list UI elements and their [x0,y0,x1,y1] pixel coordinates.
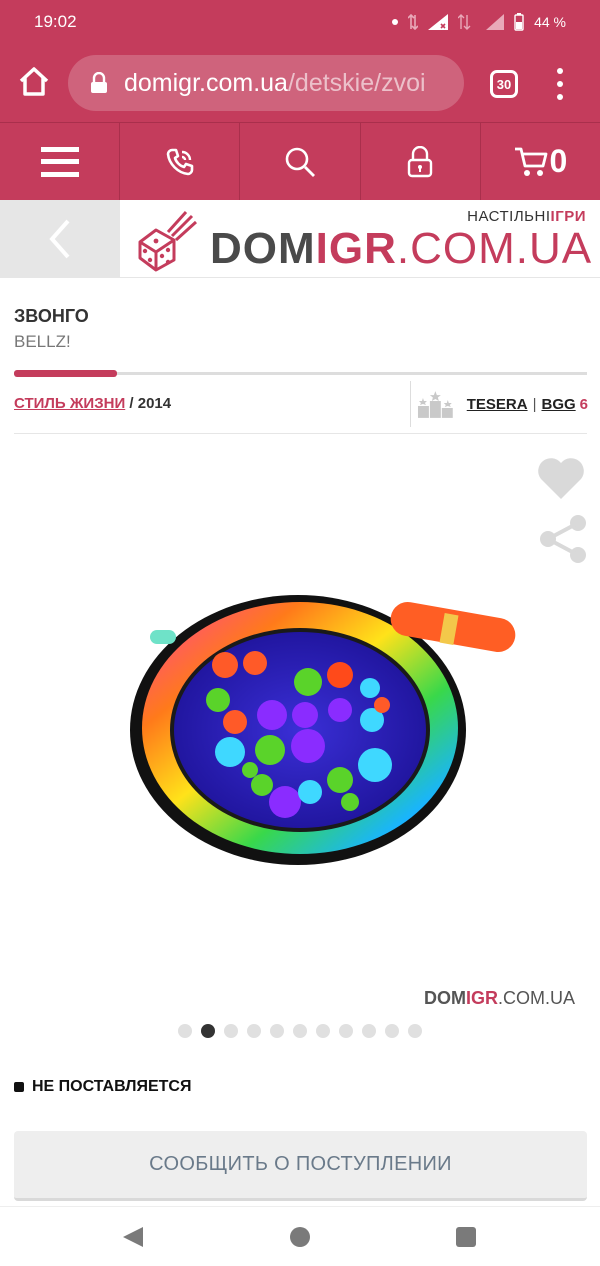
phone-icon [166,148,194,175]
system-recents-icon[interactable] [456,1227,476,1247]
product-progress-bar [14,370,587,377]
gallery-dot[interactable] [201,1024,215,1038]
tesera-link[interactable]: TESERA [467,396,528,413]
bgg-link[interactable]: BGG [541,396,575,413]
gallery-dot[interactable] [408,1024,422,1038]
address-bar[interactable]: domigr.com.ua/detskie/zvoi [68,55,464,111]
padlock-icon [408,145,433,177]
product-title: ЗВОНГО [14,306,89,326]
home-icon[interactable] [16,64,52,100]
notify-button[interactable]: СООБЩИТЬ О ПОСТУПЛЕНИИ [14,1131,587,1201]
product-subtitle: BELLZ! [14,332,71,351]
overflow-menu-icon[interactable] [552,68,568,100]
gallery-dot[interactable] [247,1024,261,1038]
gallery-dot[interactable] [316,1024,330,1038]
availability-status: НЕ ПОСТАВЛЯЕТСЯ [14,1078,191,1096]
cart-count: 0 [549,143,568,179]
availability-text: НЕ ПОСТАВЛЯЕТСЯ [32,1078,192,1095]
nav-menu-button[interactable] [0,123,121,200]
gallery-dot[interactable] [178,1024,192,1038]
gallery-dot[interactable] [224,1024,238,1038]
gallery-dot[interactable] [362,1024,376,1038]
cell-signal-icon [486,14,505,30]
nav-search-button[interactable] [240,123,361,200]
heart-icon[interactable] [536,455,586,501]
notification-dot-icon [392,19,399,25]
dice-logo-icon[interactable] [134,208,198,272]
status-bar: 19:02 44 % [0,0,600,44]
bgg-score: 6 [579,395,588,413]
nav-account-button[interactable] [361,123,481,200]
wifi-icon [428,14,449,30]
signal-icon [458,14,471,30]
logo-header: НАСТІЛЬНІІГРИ DOMIGR.COM.UA [0,200,600,278]
divider [14,433,587,434]
gallery-dot[interactable] [293,1024,307,1038]
chevron-left-icon [49,219,70,259]
ratings-bar: TESERA | BGG 6 [410,381,588,427]
product-image[interactable] [30,540,570,940]
gallery-dot[interactable] [385,1024,399,1038]
gallery-dot[interactable] [339,1024,353,1038]
site-logo[interactable]: DOMIGR.COM.UA [210,224,592,274]
publisher-link[interactable]: СТИЛЬ ЖИЗНИ [14,395,125,412]
search-icon [285,147,315,177]
gallery-dot[interactable] [270,1024,284,1038]
back-button[interactable] [0,200,120,278]
nav-call-button[interactable] [120,123,241,200]
lock-icon [91,72,107,93]
system-back-icon[interactable] [121,1225,145,1249]
system-home-icon[interactable] [290,1227,310,1247]
logo-tagline: НАСТІЛЬНІІГРИ [467,208,586,225]
gallery-dots[interactable] [178,1024,422,1038]
release-year: / 2014 [129,395,172,412]
product-meta: СТИЛЬ ЖИЗНИ / 2014 [14,395,171,412]
battery-icon [514,13,524,31]
hamburger-icon [40,146,79,177]
url-text: domigr.com.ua/detskie/zvoi [124,68,426,97]
site-nav: 0 [0,122,600,200]
tab-switcher-button[interactable]: 30 [490,70,518,98]
data-arrows-icon [408,14,419,30]
nav-cart-button[interactable]: 0 [481,123,600,200]
system-nav-bar [0,1206,600,1266]
status-square-icon [14,1082,24,1092]
cart-icon [514,147,547,176]
progress-fill [14,370,118,377]
status-time: 19:02 [34,12,77,31]
browser-toolbar: domigr.com.ua/detskie/zvoi 30 [0,44,600,122]
podium-icon [417,391,453,418]
image-watermark: DOMIGR.COM.UA [424,988,576,1008]
battery-level: 44 % [534,14,566,30]
